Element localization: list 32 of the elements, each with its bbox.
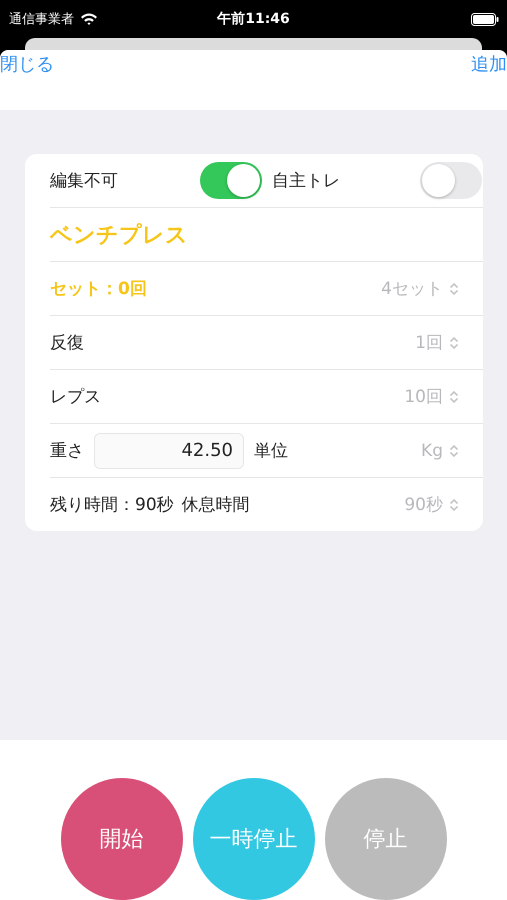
unit-picker-button[interactable]: Kg bbox=[421, 440, 459, 460]
toggle-switch[interactable] bbox=[420, 162, 482, 199]
picker-button[interactable]: 90秒 bbox=[404, 493, 459, 516]
row-label: 反復 bbox=[50, 332, 84, 354]
chevron-updown-icon bbox=[449, 498, 459, 512]
round-button[interactable]: 停止 bbox=[324, 778, 446, 900]
chevron-updown-icon bbox=[449, 444, 459, 458]
exercise-title: ベンチプレス bbox=[50, 222, 188, 250]
weight-field[interactable]: 42.50 bbox=[94, 432, 244, 468]
row-label: セット：0回 bbox=[50, 278, 147, 300]
row-label: 重さ bbox=[50, 440, 84, 462]
toggle-switch[interactable] bbox=[200, 162, 262, 199]
picker-button[interactable]: 1回 bbox=[415, 331, 459, 354]
chevron-updown-icon bbox=[449, 390, 459, 404]
chevron-updown-icon bbox=[449, 336, 459, 350]
picker-button[interactable]: 4セット bbox=[381, 277, 459, 300]
toggle-label: 自主トレ bbox=[272, 170, 341, 192]
chevron-updown-icon bbox=[449, 282, 459, 296]
unit-label: 単位 bbox=[254, 440, 288, 462]
row-label: レプス bbox=[50, 386, 101, 408]
toggle-label: 編集不可 bbox=[50, 170, 119, 192]
row-label: 休息時間 bbox=[182, 494, 250, 516]
clock-time: 午前11:46 bbox=[217, 10, 290, 28]
round-button[interactable]: 開始 bbox=[60, 778, 182, 900]
battery-icon bbox=[471, 12, 499, 26]
round-button[interactable]: 一時停止 bbox=[192, 778, 314, 900]
carrier-name: 通信事業者 bbox=[9, 11, 74, 28]
close-button[interactable]: 閉じる bbox=[0, 50, 54, 78]
row-label: 残り時間：90秒 bbox=[50, 494, 174, 516]
wifi-icon bbox=[80, 12, 98, 26]
picker-button[interactable]: 10回 bbox=[404, 385, 459, 408]
add-button[interactable]: 追加 bbox=[471, 50, 507, 78]
